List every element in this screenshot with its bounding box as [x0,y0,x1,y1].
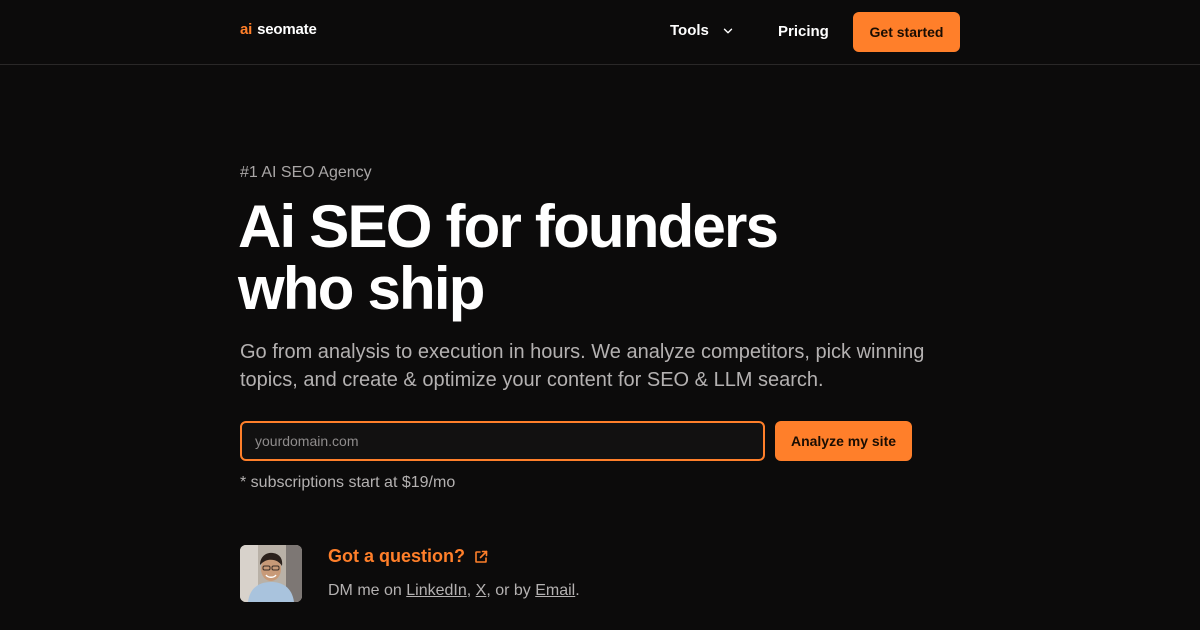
contact-prefix: DM me on [328,582,407,599]
get-started-button[interactable]: Get started [853,12,960,52]
analyze-my-site-button[interactable]: Analyze my site [775,421,912,461]
hero-description: Go from analysis to execution in hours. … [240,341,925,391]
hero-headline: Ai SEO for founders who ship [238,196,918,320]
hero-headline-line-2: who ship [238,255,485,322]
contact-suffix: . [575,582,580,599]
founder-avatar [240,545,302,602]
linkedin-link[interactable]: LinkedIn [406,582,467,599]
pricing-footnote: * subscriptions start at $19/mo [240,474,456,491]
logo-name: seomate [257,21,317,38]
nav-tools-dropdown[interactable]: Tools [670,22,735,39]
hero-eyebrow: #1 AI SEO Agency [240,164,372,181]
logo-ai-mark: ai [240,21,253,38]
contact-line: DM me on LinkedIn, X, or by Email. [328,582,580,600]
chevron-down-icon [723,28,733,33]
contact-separator-1: , [466,582,476,599]
nav-pricing-link[interactable]: Pricing [778,23,829,40]
top-navigation-bar: ai seomate Tools Pricing Get started [0,0,1200,65]
domain-input[interactable] [240,421,765,461]
founder-portrait-image [240,545,302,602]
email-link[interactable]: Email [535,582,575,599]
nav-tools-label: Tools [670,22,709,39]
contact-separator-2: , or by [486,582,536,599]
x-link[interactable]: X [476,582,487,599]
external-link-icon [475,550,488,563]
question-label: Got a question? [328,546,465,566]
hero-headline-line-1: Ai SEO for founders [238,193,779,260]
got-a-question-link[interactable]: Got a question? [328,546,489,567]
brand-logo[interactable]: ai seomate [240,21,317,38]
